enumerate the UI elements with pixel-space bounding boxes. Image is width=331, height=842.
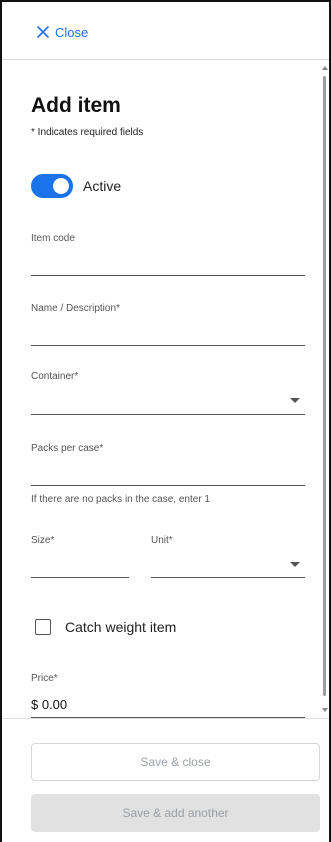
- required-mark: *: [74, 371, 79, 382]
- unit-label-text: Unit: [151, 535, 169, 546]
- item-code-label-text: Item code: [31, 233, 75, 244]
- toggle-knob: [53, 178, 69, 194]
- required-mark: *: [168, 535, 173, 546]
- scrollbar-thumb[interactable]: [323, 76, 326, 696]
- unit-label: Unit*: [151, 535, 173, 546]
- catch-weight-label: Catch weight item: [65, 619, 177, 635]
- size-label-text: Size: [31, 535, 51, 546]
- required-mark: *: [50, 535, 55, 546]
- footer: Save & close Save & add another: [2, 718, 329, 842]
- size-input[interactable]: [31, 577, 129, 578]
- active-toggle[interactable]: [31, 174, 73, 198]
- required-mark: *: [116, 303, 120, 314]
- top-bar: Close: [2, 2, 329, 60]
- size-label: Size*: [31, 535, 54, 546]
- chevron-down-icon[interactable]: [290, 562, 300, 567]
- required-mark: *: [99, 443, 104, 454]
- scroll-down-icon[interactable]: [322, 708, 328, 712]
- container-select[interactable]: [31, 414, 305, 415]
- price-label-text: Price: [31, 673, 54, 684]
- item-code-input[interactable]: [31, 275, 305, 276]
- close-icon: [37, 26, 49, 38]
- catch-weight-checkbox[interactable]: [35, 619, 51, 635]
- save-add-another-button[interactable]: Save & add another: [31, 794, 320, 832]
- item-code-label: Item code: [31, 233, 75, 244]
- packs-label-text: Packs per case: [31, 443, 100, 454]
- active-label: Active: [83, 178, 122, 194]
- name-label: Name / Description*: [31, 303, 120, 314]
- required-mark: *: [53, 673, 58, 684]
- chevron-down-icon[interactable]: [290, 398, 300, 403]
- unit-select[interactable]: [151, 577, 305, 578]
- packs-per-case-input[interactable]: [31, 485, 305, 486]
- close-label: Close: [55, 24, 89, 40]
- add-item-panel: Close Add item * Indicates required fiel…: [0, 0, 331, 842]
- packs-per-case-label: Packs per case*: [31, 443, 103, 454]
- price-input[interactable]: $ 0.00: [31, 697, 67, 712]
- name-input[interactable]: [31, 345, 305, 346]
- page-title: Add item: [31, 94, 121, 117]
- price-label: Price*: [31, 673, 58, 684]
- scroll-up-icon[interactable]: [322, 66, 328, 70]
- scrollbar[interactable]: [322, 66, 328, 712]
- required-note: * Indicates required fields: [31, 127, 144, 138]
- save-close-button[interactable]: Save & close: [31, 743, 320, 781]
- close-button[interactable]: Close: [37, 22, 88, 42]
- active-toggle-row: Active: [31, 174, 121, 198]
- name-label-text: Name / Description: [31, 303, 117, 314]
- catch-weight-row: Catch weight item: [35, 619, 176, 635]
- container-label: Container*: [31, 371, 78, 382]
- container-label-text: Container: [31, 371, 75, 382]
- packs-helper-text: If there are no packs in the case, enter…: [31, 494, 210, 505]
